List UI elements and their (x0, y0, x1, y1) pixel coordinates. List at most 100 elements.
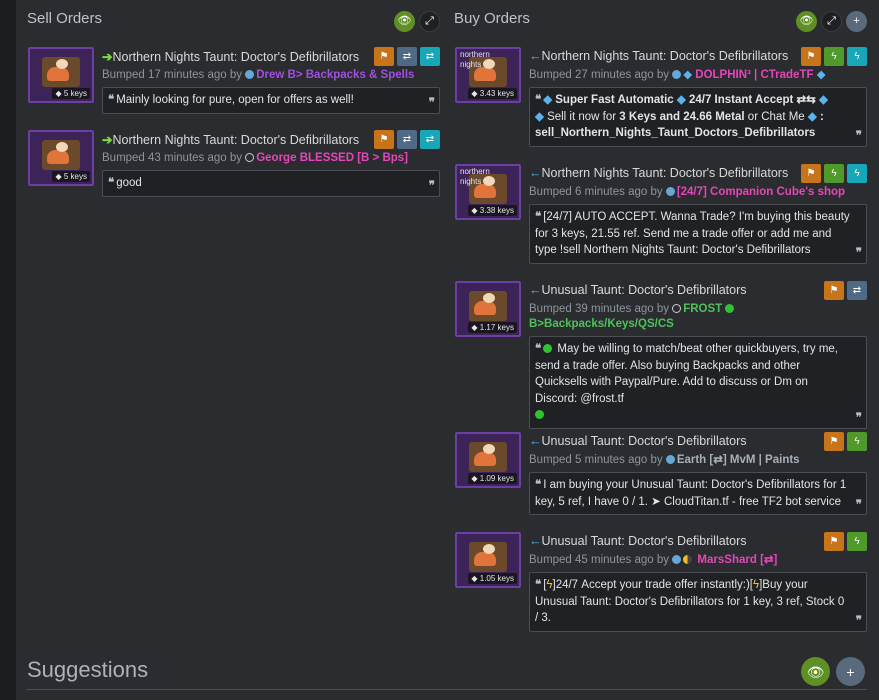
item-art (469, 542, 507, 572)
price-tag: ◆ 3.43 keys (468, 88, 517, 99)
flag-icon[interactable]: ⚑ (824, 532, 844, 551)
status-dot (245, 153, 255, 162)
expand-icon[interactable]: ⤢ (821, 11, 842, 32)
quote-close-icon: ❞ (428, 180, 435, 192)
flag-icon[interactable]: ⚑ (824, 281, 844, 300)
bolt-icon[interactable]: ϟ (847, 432, 867, 451)
quote-open-icon: ❝ (535, 479, 542, 491)
user-link[interactable]: MarsShard [⇄] (697, 554, 777, 566)
user-link[interactable]: George BLESSED [B > Bps] (256, 152, 408, 164)
thumbnail-tag: northern nights (460, 50, 490, 69)
item-thumbnail[interactable]: ◆ 1.05 keys (455, 532, 521, 588)
diamond-icon: ◆ (676, 94, 686, 106)
divider (26, 689, 867, 690)
price-tag: ◆ 5 keys (52, 88, 90, 99)
swap-icon[interactable]: ⇄ (397, 47, 417, 66)
swap-icon[interactable]: ⇄ (847, 281, 867, 300)
bolt-icon[interactable]: ϟ (847, 164, 867, 183)
eye-icon[interactable]: 👁 (394, 11, 415, 32)
green-circle-icon (725, 304, 735, 313)
price-tag: ◆ 3.38 keys (468, 205, 517, 216)
swap-icon[interactable]: ⇄ (420, 130, 440, 149)
eye-icon[interactable]: 👁 (796, 11, 817, 32)
item-art (469, 442, 507, 472)
item-title[interactable]: ←Northern Nights Taunt: Doctor's Defibri… (529, 166, 788, 180)
item-title[interactable]: ←Unusual Taunt: Doctor's Defibrillators (529, 434, 747, 448)
tag-icon: ◆ (471, 323, 478, 332)
sell-orders-title: Sell Orders (27, 10, 103, 27)
price-tag: ◆ 1.09 keys (468, 473, 517, 484)
thumbnail-tag: northern nights (460, 167, 490, 186)
tag-icon: ◆ (471, 89, 478, 98)
bolt-icon[interactable]: ϟ (847, 532, 867, 551)
bolt-icon[interactable]: ϟ (847, 47, 867, 66)
bump-info: Bumped 43 minutes ago by George BLESSED … (102, 152, 408, 164)
diamond-icon: ◆ (535, 110, 544, 123)
user-link[interactable]: DOLPHIN³ | CTradeTF (695, 69, 813, 81)
item-title[interactable]: ←Unusual Taunt: Doctor's Defibrillators (529, 283, 747, 297)
quote-open-icon: ❝ (535, 211, 542, 223)
expand-icon[interactable]: ⤢ (419, 11, 440, 32)
quote-open-icon: ❝ (535, 94, 542, 106)
user-link[interactable]: Earth [⇄] MvM | Paints (677, 454, 800, 466)
sell-orders-column: Sell Orders 👁 ⤢ ◆ 5 keys ➔Northern Night… (26, 0, 440, 197)
listing-message: ❝ ◆ Super Fast Automatic ◆ 24/7 Instant A… (529, 87, 867, 147)
item-thumbnail[interactable]: ◆ 5 keys (28, 47, 94, 103)
swap-icon[interactable]: ⇄ (397, 130, 417, 149)
item-title[interactable]: ➔Northern Nights Taunt: Doctor's Defibri… (102, 132, 359, 147)
quote-close-icon: ❞ (855, 247, 862, 259)
green-circle-icon (543, 344, 553, 353)
arrow-right-icon: ➔ (102, 50, 113, 64)
quote-open-icon: ❝ (535, 343, 542, 355)
flag-icon[interactable]: ⚑ (824, 432, 844, 451)
status-dot (672, 70, 682, 79)
flag-icon[interactable]: ⚑ (801, 47, 821, 66)
price-tag: ◆ 1.17 keys (468, 322, 517, 333)
tag-icon: ◆ (55, 172, 62, 181)
user-link[interactable]: [24/7] Companion Cube's shop (677, 186, 845, 198)
plus-icon[interactable]: + (846, 11, 867, 32)
buy-orders-header: Buy Orders 👁 ⤢ + (453, 0, 867, 38)
half-moon-icon (683, 555, 693, 564)
listing-message: ❝ Mainly looking for pure, open for offer… (102, 87, 440, 114)
green-circle-icon (535, 410, 544, 419)
arrow-left-icon: ← (529, 166, 542, 180)
bump-info: Bumped 39 minutes ago by FROST B>Backpac… (529, 302, 867, 332)
diamond-icon: ◆ (816, 69, 826, 81)
item-thumbnail[interactable]: ◆ 1.09 keys (455, 432, 521, 488)
eye-icon[interactable]: 👁 (801, 657, 830, 686)
user-link[interactable]: Drew B> Backpacks & Spells (256, 69, 414, 81)
flag-icon[interactable]: ⚑ (374, 47, 394, 66)
status-dot (672, 304, 682, 313)
status-dot (665, 455, 675, 464)
item-thumbnail[interactable]: ◆ 1.17 keys (455, 281, 521, 337)
quote-open-icon: ❝ (108, 94, 115, 106)
quote-close-icon: ❞ (855, 412, 862, 424)
item-title[interactable]: ←Northern Nights Taunt: Doctor's Defibri… (529, 49, 788, 63)
quote-close-icon: ❞ (855, 615, 862, 627)
item-thumbnail[interactable]: northern nights ◆ 3.38 keys (455, 164, 521, 220)
flag-icon[interactable]: ⚑ (374, 130, 394, 149)
item-title[interactable]: ➔Northern Nights Taunt: Doctor's Defibri… (102, 49, 359, 64)
bump-info: Bumped 5 minutes ago by Earth [⇄] MvM | … (529, 454, 800, 466)
item-thumbnail[interactable]: ◆ 5 keys (28, 130, 94, 186)
bolt-icon[interactable]: ϟ (824, 164, 844, 183)
price-tag: ◆ 5 keys (52, 171, 90, 182)
listing-message: ❝ [ϟ]24/7 Accept your trade offer instant… (529, 572, 867, 632)
arrow-left-icon: ← (529, 283, 542, 297)
bump-info: Bumped 45 minutes ago by MarsShard [⇄] (529, 554, 778, 566)
diamond-icon: ◆ (807, 110, 817, 123)
quote-close-icon: ❞ (855, 130, 862, 142)
bump-info: Bumped 6 minutes ago by [24/7] Companion… (529, 186, 846, 198)
quote-open-icon: ❝ (535, 579, 542, 591)
tag-icon: ◆ (471, 206, 478, 215)
arrow-left-icon: ← (529, 534, 542, 548)
item-art (469, 291, 507, 321)
flag-icon[interactable]: ⚑ (801, 164, 821, 183)
item-title[interactable]: ←Unusual Taunt: Doctor's Defibrillators (529, 534, 747, 548)
bolt-icon[interactable]: ϟ (824, 47, 844, 66)
swap-icon[interactable]: ⇄ (420, 47, 440, 66)
plus-icon[interactable]: + (836, 657, 865, 686)
item-thumbnail[interactable]: northern nights ◆ 3.43 keys (455, 47, 521, 103)
buy-orders-column: Buy Orders 👁 ⤢ + northern nights ◆ 3.43 … (453, 0, 867, 632)
